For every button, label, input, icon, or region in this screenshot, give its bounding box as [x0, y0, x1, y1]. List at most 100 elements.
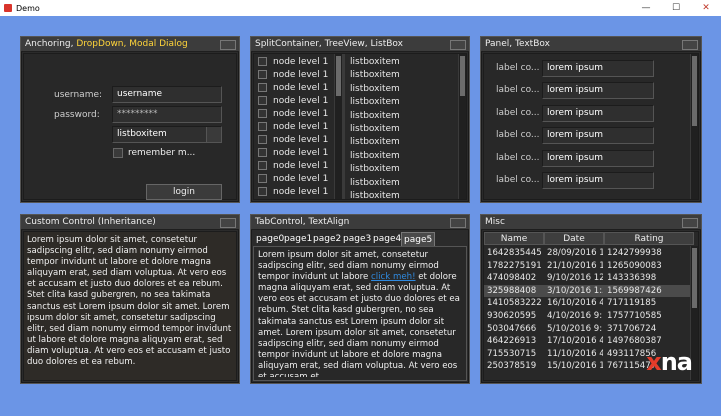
table-cell: 371706724 [607, 323, 657, 334]
tab-page4[interactable]: page4 [371, 232, 403, 246]
tree-node-label: node level 1 [273, 57, 329, 67]
maximize-button[interactable]: ☐ [661, 0, 691, 16]
table-row[interactable]: 930620595 4/10/2016 9: 1757710585 [484, 310, 694, 322]
tree-node[interactable]: node level 1 [258, 82, 328, 95]
panel-header: Misc [481, 215, 701, 230]
column-header[interactable]: Date [544, 232, 604, 245]
list-item[interactable]: listboxitem [350, 69, 400, 82]
list-item[interactable]: listboxitem [350, 136, 400, 149]
column-header[interactable]: Rating [604, 232, 694, 245]
minimize-button[interactable]: — [631, 0, 661, 16]
panel-title: Anchoring, [25, 39, 77, 49]
remember-checkbox[interactable] [113, 148, 123, 158]
tree-node[interactable]: node level 1 [258, 69, 328, 82]
list-item[interactable]: listboxitem [350, 110, 400, 123]
text-field[interactable]: lorem ipsum [542, 82, 654, 100]
password-field[interactable]: ********* [112, 106, 222, 123]
list-item[interactable]: listboxitem [350, 83, 400, 96]
table-row[interactable]: 474098402 9/10/2016 12 143336398 [484, 272, 694, 284]
list-item[interactable]: listboxitem [350, 56, 400, 69]
expand-icon[interactable] [258, 148, 267, 157]
list-item[interactable]: listboxitem [350, 177, 400, 190]
tree-node-label: node level 1 [273, 148, 329, 158]
listbox[interactable]: listboxitem listboxitem listboxitem listbox… [346, 54, 458, 199]
close-button[interactable]: ✕ [691, 0, 721, 16]
table-row[interactable]: 503047666 5/10/2016 9:1 371706724 [484, 323, 694, 335]
table-cell: 1265090083 [607, 260, 662, 271]
column-header[interactable]: Name [484, 232, 544, 245]
panel-scrollbar[interactable] [690, 54, 698, 199]
list-item[interactable]: listboxitem [350, 150, 400, 163]
list-item[interactable]: listboxitem [350, 190, 400, 199]
window-titlebar: Demo — ☐ ✕ [0, 0, 721, 16]
listbox-scrollbar[interactable] [458, 54, 466, 199]
table-row[interactable]: 1782275191 21/10/2016 1 1265090083 [484, 260, 694, 272]
expand-icon[interactable] [258, 57, 267, 66]
chevron-down-icon[interactable] [206, 127, 221, 142]
panel-header: Custom Control (Inheritance) [21, 215, 239, 230]
expand-icon[interactable] [258, 187, 267, 196]
xna-logo-rest: na [660, 348, 693, 376]
table-cell: 1782275191 [487, 260, 542, 271]
expand-icon[interactable] [258, 70, 267, 79]
panel-header: Anchoring, DropDown, Modal Dialog [21, 37, 239, 52]
expand-icon[interactable] [258, 109, 267, 118]
table-row[interactable]: 325988408 3/10/2016 1:3 1569987426 [484, 284, 694, 297]
tab-page5[interactable]: page5 [401, 232, 436, 247]
table-cell: 930620595 [487, 311, 537, 321]
tree-node[interactable]: node level 1 [258, 147, 328, 160]
row-label: label co... [496, 107, 540, 118]
tree-node[interactable]: node level 1 [258, 186, 328, 199]
tree-node[interactable]: node level 1 [258, 160, 328, 173]
table-cell: 3/10/2016 1:3 [547, 285, 603, 296]
tree-node[interactable]: node level 1 [258, 108, 328, 121]
table-cell: 1757710585 [607, 311, 662, 321]
tree-node[interactable]: node level 1 [258, 173, 328, 186]
panel-body: Lorem ipsum dolor sit amet, consetetur s… [23, 231, 237, 381]
treeview-scrollbar[interactable] [334, 54, 342, 199]
tree-node[interactable]: node level 1 [258, 95, 328, 108]
dropdown[interactable]: listboxitem [112, 126, 222, 143]
login-button[interactable]: login [146, 184, 222, 200]
maximize-panel-button[interactable] [220, 218, 236, 228]
tree-node[interactable]: node level 1 [258, 134, 328, 147]
tree-node[interactable]: node level 1 [258, 56, 328, 69]
table-row[interactable]: 464226913 17/10/2016 4 1497680387 [484, 335, 694, 347]
expand-icon[interactable] [258, 135, 267, 144]
expand-icon[interactable] [258, 83, 267, 92]
text-field[interactable]: lorem ipsum [542, 127, 654, 145]
click-me-link[interactable]: click meh! [371, 272, 415, 282]
tab-page2[interactable]: page2 [311, 232, 343, 246]
tree-node-label: node level 1 [273, 109, 329, 119]
panel-anchoring: Anchoring, DropDown, Modal Dialog userna… [20, 36, 240, 203]
table-cell: 1242799938 [607, 248, 662, 258]
text-field[interactable]: lorem ipsum [542, 172, 654, 189]
expand-icon[interactable] [258, 174, 267, 183]
text-field[interactable]: lorem ipsum [542, 104, 654, 122]
table-row[interactable]: 1410583222 16/10/2016 4 717119185 [484, 297, 694, 309]
panel-misc: Misc Name Date Rating 1642835445 28/09/2016 … [480, 214, 702, 384]
maximize-panel-button[interactable] [450, 218, 466, 228]
maximize-panel-button[interactable] [450, 40, 466, 50]
panel-title: TabControl, TextAlign [255, 217, 350, 227]
maximize-panel-button[interactable] [220, 40, 236, 50]
treeview[interactable]: node level 1 node level 1 node level 1 node… [254, 54, 336, 199]
username-field[interactable]: username [112, 86, 222, 103]
list-item[interactable]: listboxitem [350, 163, 400, 176]
tab-page-text: Lorem ipsum dolor sit amet, consetetur s… [258, 250, 462, 377]
tab-page3[interactable]: page3 [341, 232, 373, 246]
tree-node[interactable]: node level 1 [258, 121, 328, 134]
expand-icon[interactable] [258, 96, 267, 105]
maximize-panel-button[interactable] [682, 40, 698, 50]
expand-icon[interactable] [258, 161, 267, 170]
tab-page1[interactable]: page1 [282, 232, 314, 246]
list-item[interactable]: listboxitem [350, 96, 400, 109]
table-row[interactable]: 1642835445 28/09/2016 1 1242799938 [484, 247, 694, 259]
text-field[interactable]: lorem ipsum [542, 60, 654, 77]
split-handle[interactable] [342, 54, 345, 199]
maximize-panel-button[interactable] [682, 218, 698, 228]
expand-icon[interactable] [258, 122, 267, 131]
list-item[interactable]: listboxitem [350, 123, 400, 136]
text-field[interactable]: lorem ipsum [542, 149, 654, 167]
panel-header: TabControl, TextAlign [251, 215, 469, 230]
